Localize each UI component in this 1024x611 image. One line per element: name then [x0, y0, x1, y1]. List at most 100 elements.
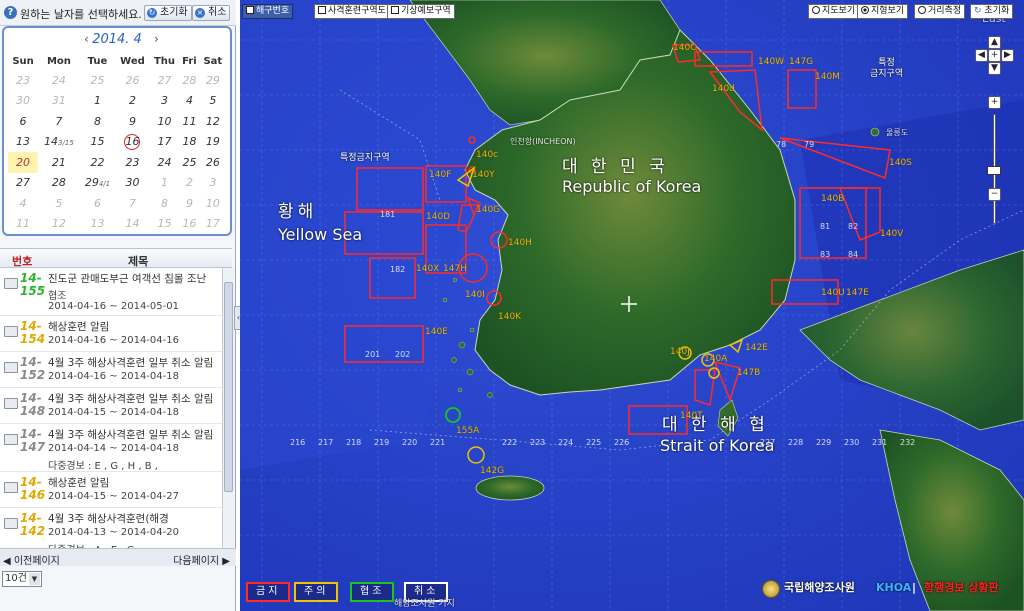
- calendar-day[interactable]: 8: [80, 111, 115, 132]
- zone-label[interactable]: 140X: [416, 264, 439, 274]
- pan-left-button[interactable]: ◀: [975, 49, 988, 62]
- pan-up-button[interactable]: ▲: [988, 36, 1001, 49]
- legend-ban[interactable]: 금지: [246, 582, 291, 602]
- zone-label[interactable]: 147G: [789, 57, 813, 67]
- zone-label[interactable]: 140E: [425, 327, 448, 337]
- calendar-day[interactable]: 7: [115, 193, 150, 214]
- zone-label[interactable]: 147H: [443, 264, 467, 274]
- calendar-day[interactable]: 28: [179, 70, 199, 91]
- calendar-day[interactable]: 22: [80, 152, 115, 173]
- warning-list-item[interactable]: 14-142 4월 3주 해상사격훈련(해경 2014-04-13 ~ 2014-0…: [0, 508, 222, 548]
- zone-label[interactable]: 142G: [480, 466, 504, 476]
- calendar-day[interactable]: 28: [38, 173, 80, 194]
- calendar-day[interactable]: 27: [8, 173, 38, 194]
- calendar-day[interactable]: 19: [200, 132, 226, 153]
- calendar-day[interactable]: 11: [8, 214, 38, 235]
- calendar-day[interactable]: 4: [8, 193, 38, 214]
- warning-title[interactable]: 4월 3주 해상사격훈련(해경: [48, 511, 169, 526]
- calendar-day[interactable]: 2: [115, 91, 150, 112]
- calendar-reset-button[interactable]: ↻ 초기화: [144, 5, 192, 21]
- shooting-zone-toggle[interactable]: 사격훈련구역도: [314, 4, 390, 19]
- forecast-zone-toggle[interactable]: 기상예보구역: [387, 4, 455, 19]
- zoom-slider-thumb[interactable]: [987, 166, 1001, 175]
- zone-label[interactable]: 140J: [670, 347, 690, 357]
- next-page-button[interactable]: 다음페이지 ▶: [173, 552, 230, 567]
- calendar-day[interactable]: 5: [38, 193, 80, 214]
- zone-label[interactable]: 140K: [498, 312, 521, 322]
- calendar-day[interactable]: 294/1: [80, 173, 115, 194]
- calendar-day[interactable]: 25: [179, 152, 199, 173]
- zoom-out-button[interactable]: −: [988, 188, 1001, 201]
- calendar-day[interactable]: 2: [179, 173, 199, 194]
- warning-list-item[interactable]: 14-147 4월 3주 해상사격훈련 일부 취소 알림 2014-04-14 ~ …: [0, 424, 222, 472]
- calendar-day[interactable]: 10: [200, 193, 226, 214]
- zone-label[interactable]: 140W: [758, 57, 784, 67]
- calendar-day[interactable]: 23: [8, 70, 38, 91]
- zone-label[interactable]: 140d: [712, 84, 735, 94]
- calendar-day[interactable]: 20: [8, 152, 39, 173]
- zone-label[interactable]: 140D: [426, 212, 450, 222]
- distance-measure-button[interactable]: 거리측정: [914, 4, 966, 19]
- warning-list-item[interactable]: 14-155 진도군 관매도부근 여객선 침몰 조난 협조 2014-04-16 ~ …: [0, 268, 222, 316]
- calendar-day[interactable]: 27: [150, 70, 180, 91]
- zone-label[interactable]: 140U: [821, 288, 845, 298]
- calendar-day[interactable]: 12: [200, 111, 226, 132]
- warning-title[interactable]: 진도군 관매도부근 여객선 침몰 조난: [48, 271, 206, 286]
- calendar-day[interactable]: 8: [150, 193, 180, 214]
- calendar-day[interactable]: 143/15: [38, 132, 80, 153]
- map-view-radio[interactable]: 지도보기: [808, 4, 860, 19]
- navigation-warning-map[interactable]: 황해 Yellow Sea 대 한 민 국 Republic of Korea …: [240, 0, 1024, 611]
- prev-page-button[interactable]: ◀ 이전페이지: [3, 552, 60, 567]
- legend-cooperation[interactable]: 협조: [350, 582, 395, 602]
- calendar-day[interactable]: 31: [38, 91, 80, 112]
- calendar-day[interactable]: 15: [150, 214, 180, 235]
- zoom-in-button[interactable]: +: [988, 96, 1001, 109]
- calendar-day[interactable]: 15: [80, 132, 115, 153]
- zone-label[interactable]: 147B: [737, 368, 760, 378]
- calendar-day[interactable]: 24: [150, 152, 180, 173]
- calendar-day[interactable]: 9: [115, 111, 150, 132]
- zone-label[interactable]: 140I: [465, 290, 485, 300]
- warning-list-item[interactable]: 14-152 4월 3주 해상사격훈련 일부 취소 알림 2014-04-16 ~ …: [0, 352, 222, 388]
- calendar-day[interactable]: 3: [200, 173, 226, 194]
- zone-label[interactable]: 140S: [889, 158, 912, 168]
- calendar-day[interactable]: 11: [179, 111, 199, 132]
- calendar-day[interactable]: 21: [38, 152, 80, 173]
- pan-right-button[interactable]: ▶: [1001, 49, 1014, 62]
- calendar-day[interactable]: 3: [150, 91, 180, 112]
- calendar-day[interactable]: 23: [115, 152, 150, 173]
- column-number[interactable]: 번호: [12, 253, 32, 269]
- zone-label[interactable]: 140H: [508, 238, 532, 248]
- zone-label[interactable]: 140V: [880, 229, 903, 239]
- calendar-day[interactable]: 5: [200, 91, 226, 112]
- warning-list-item[interactable]: 14-154 해상훈련 알림 2014-04-16 ~ 2014-04-16: [0, 316, 222, 352]
- calendar-day[interactable]: 14: [115, 214, 150, 235]
- calendar-day[interactable]: 30: [115, 173, 150, 194]
- zone-label[interactable]: 140B: [821, 194, 844, 204]
- warning-title[interactable]: 4월 3주 해상사격훈련 일부 취소 알림: [48, 391, 213, 406]
- calendar-day[interactable]: 25: [80, 70, 115, 91]
- warning-title[interactable]: 해상훈련 알림: [48, 475, 109, 490]
- calendar-day[interactable]: 17: [200, 214, 226, 235]
- calendar-day[interactable]: 12: [38, 214, 80, 235]
- calendar-day[interactable]: 1: [150, 173, 180, 194]
- next-month-button[interactable]: ›: [154, 32, 159, 46]
- warning-title[interactable]: 해상훈련 알림: [48, 319, 109, 334]
- zone-label[interactable]: 142E: [745, 343, 768, 353]
- calendar-day[interactable]: 24: [38, 70, 80, 91]
- calendar-day[interactable]: 17: [150, 132, 180, 153]
- calendar-cancel-button[interactable]: × 취소: [192, 5, 231, 21]
- calendar-day[interactable]: 7: [38, 111, 80, 132]
- warning-list-item[interactable]: 14-146 해상훈련 알림 2014-04-15 ~ 2014-04-27: [0, 472, 222, 508]
- calendar-day[interactable]: 10: [150, 111, 180, 132]
- page-size-select[interactable]: 10건 ▼: [2, 571, 42, 587]
- calendar-day[interactable]: 6: [8, 111, 38, 132]
- zone-label[interactable]: 140c: [476, 150, 498, 160]
- calendar-day[interactable]: 29: [200, 70, 226, 91]
- warning-title[interactable]: 4월 3주 해상사격훈련 일부 취소 알림: [48, 427, 213, 442]
- terrain-view-radio[interactable]: 지형보기: [857, 4, 909, 19]
- zone-label[interactable]: 140A: [704, 354, 727, 364]
- calendar-day[interactable]: 18: [179, 132, 199, 153]
- calendar-day[interactable]: 26: [200, 152, 226, 173]
- list-scrollbar[interactable]: [222, 268, 234, 548]
